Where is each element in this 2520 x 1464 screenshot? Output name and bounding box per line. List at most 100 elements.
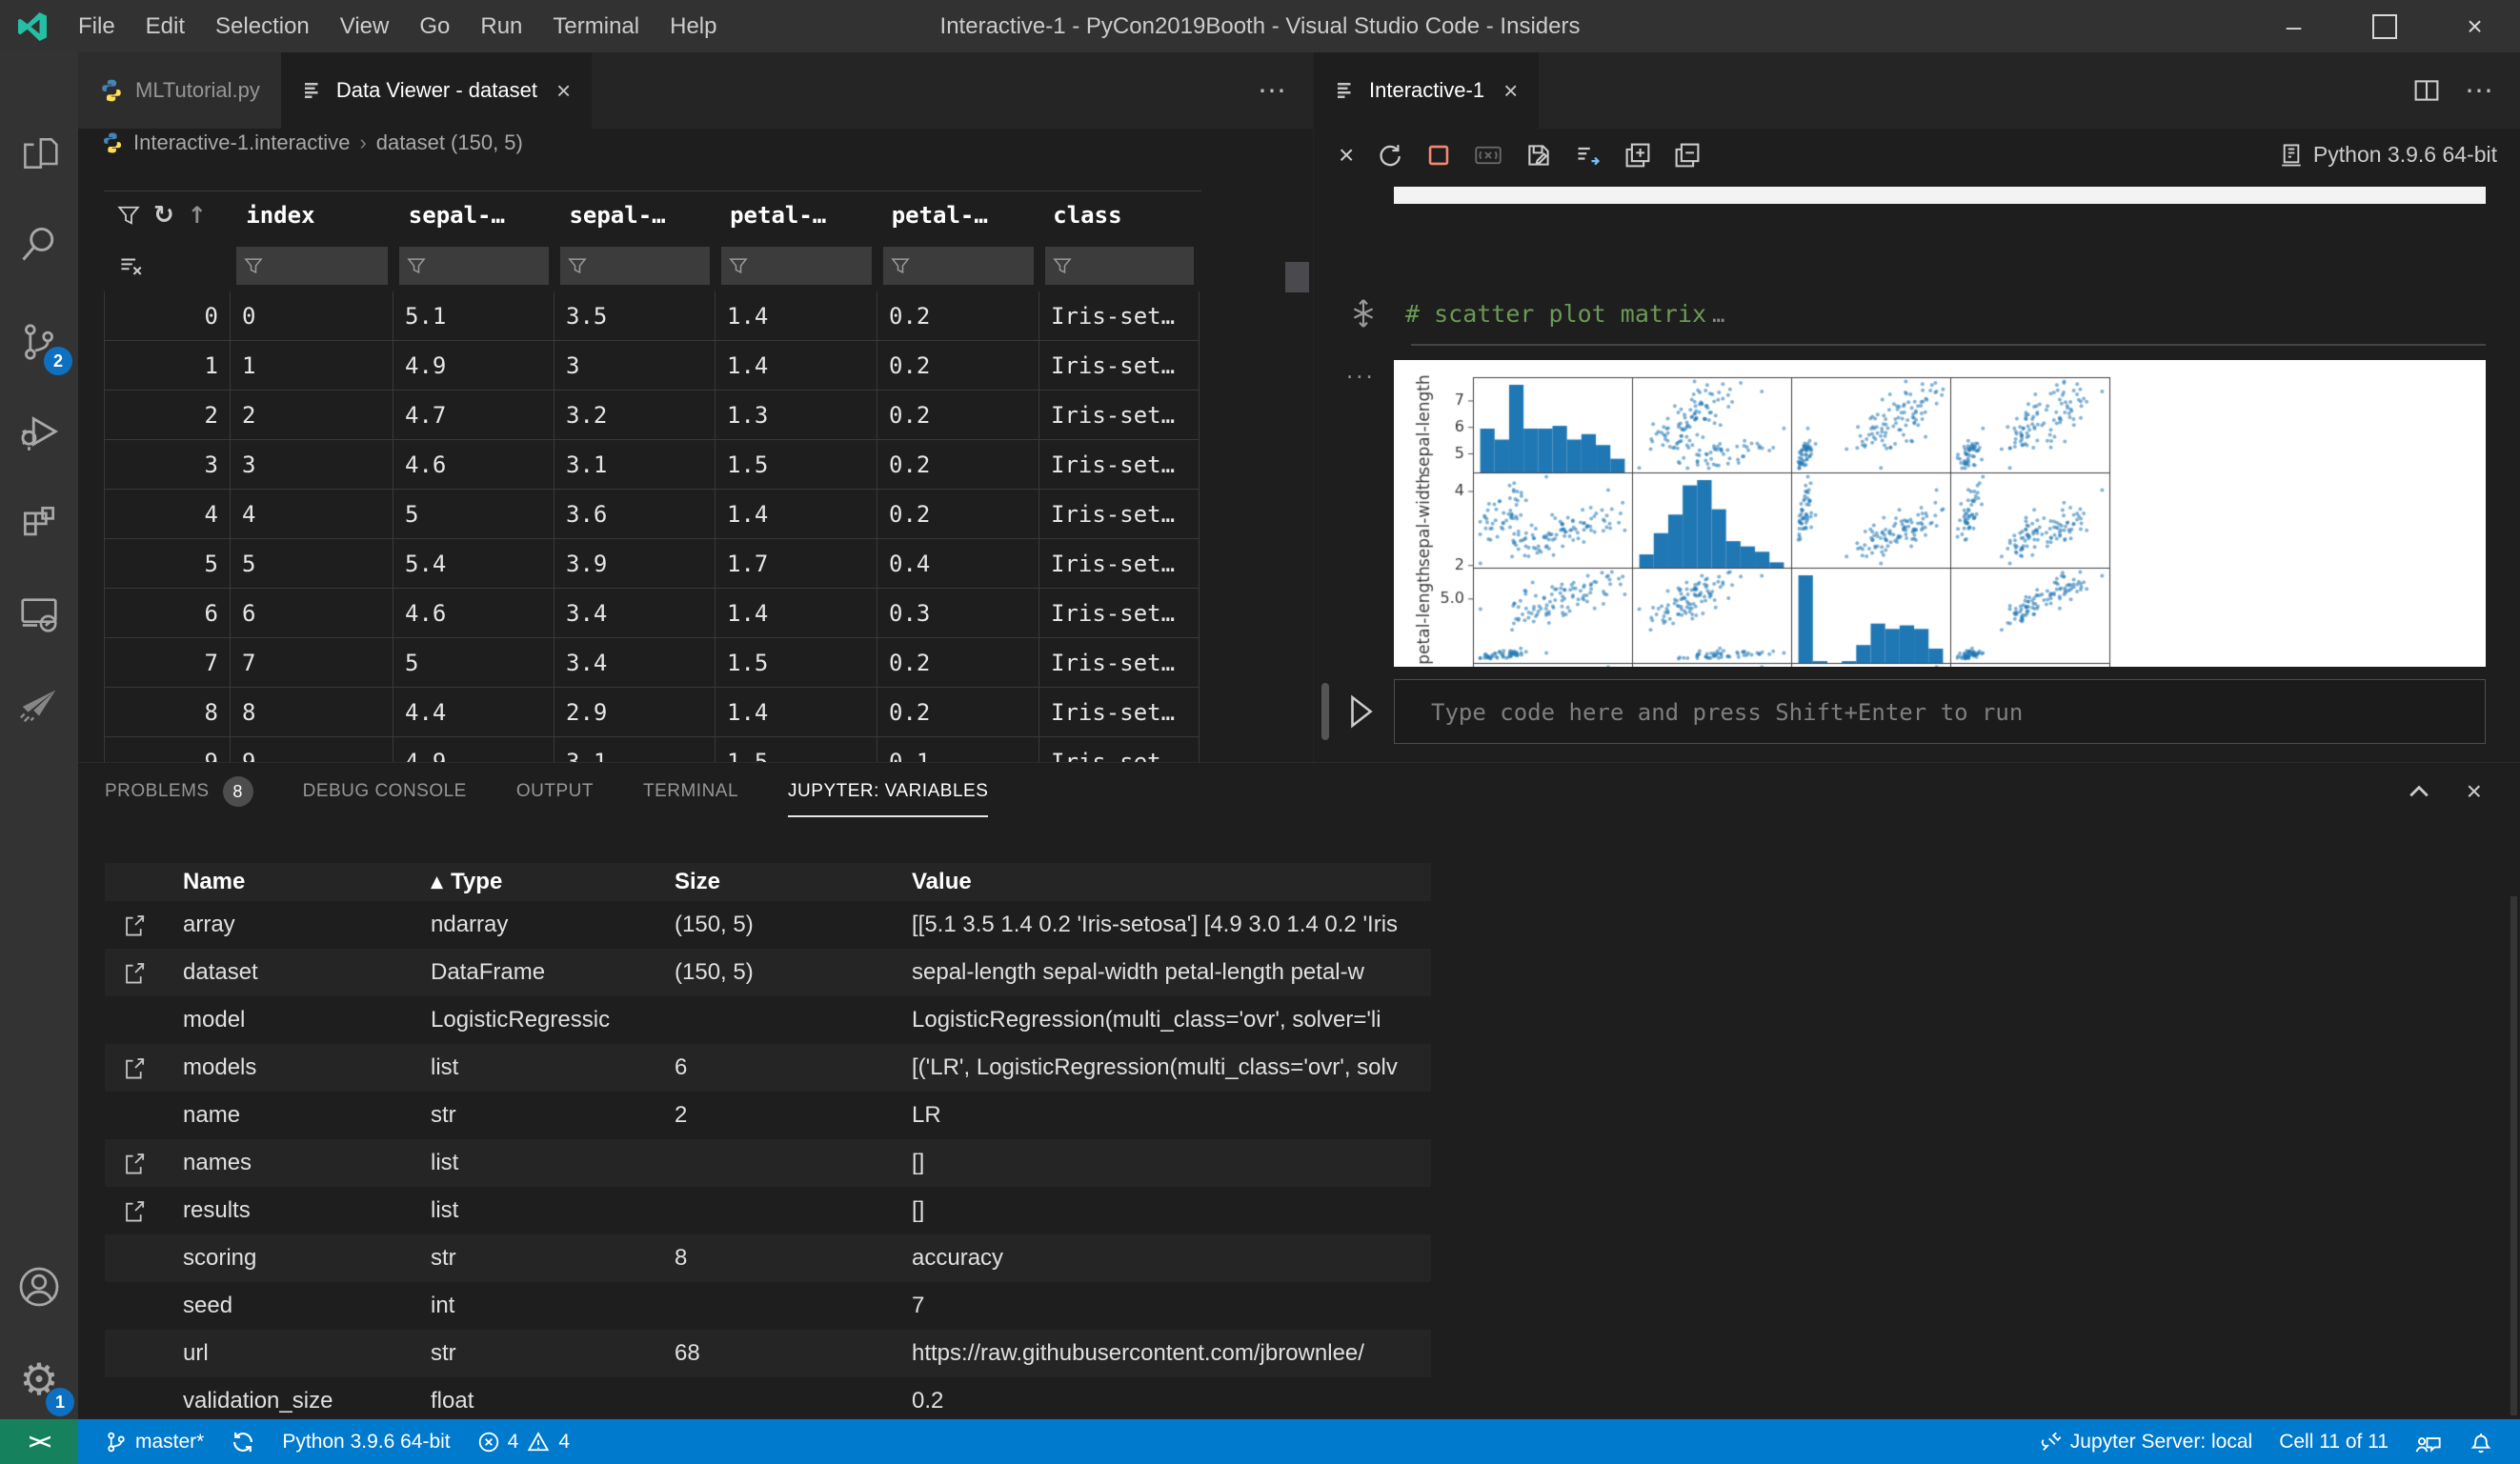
close-tab-icon[interactable]: × [556,76,571,106]
more-actions-icon[interactable]: ⋯ [2465,74,2495,108]
feedback-item[interactable] [2402,1419,2455,1464]
open-in-data-viewer-icon[interactable] [105,960,166,985]
variable-row[interactable]: scoring str 8 accuracy [105,1234,1431,1282]
output-more-icon[interactable]: ... [1346,355,1376,385]
column-header-value[interactable]: Value [897,869,1431,895]
column-header-col4[interactable]: petal-… [880,202,1042,229]
source-control-icon[interactable]: 2 [0,303,78,381]
table-row[interactable]: 5 5 5.4 3.9 1.7 0.4 Iris-set… [104,539,1201,589]
menu-item-file[interactable]: File [63,0,131,52]
column-header-col0[interactable]: index [234,202,397,229]
kernel-picker[interactable]: Python 3.9.6 64-bit [2279,142,2520,168]
panel-tab-problems[interactable]: PROBLEMS 8 [105,763,253,820]
maximize-button[interactable] [2339,0,2429,52]
menu-item-terminal[interactable]: Terminal [537,0,655,52]
git-branch-item[interactable]: master* [91,1419,217,1464]
table-row[interactable]: 6 6 4.6 3.4 1.4 0.3 Iris-set… [104,589,1201,638]
minimize-button[interactable]: – [2248,0,2339,52]
table-row[interactable]: 4 4 5 3.6 1.4 0.2 Iris-set… [104,490,1201,539]
variable-row[interactable]: name str 2 LR [105,1092,1431,1139]
python-interpreter-item[interactable]: Python 3.9.6 64-bit [269,1419,463,1464]
expand-all-icon[interactable] [1624,142,1651,169]
panel-tab-terminal[interactable]: TERMINAL [643,763,738,820]
variable-row[interactable]: array ndarray (150, 5) [[5.1 3.5 1.4 0.2 'I… [105,901,1431,949]
filter-input-2[interactable] [560,246,710,285]
column-header-name[interactable]: Name [166,869,412,895]
column-header-col3[interactable]: petal-… [718,202,880,229]
data-viewer-scrollbar[interactable] [1285,262,1309,292]
interrupt-kernel-icon[interactable] [1426,143,1451,168]
notifications-item[interactable] [2455,1419,2507,1464]
settings-gear-icon[interactable]: ⚙ 1 [0,1340,78,1418]
menu-item-run[interactable]: Run [465,0,537,52]
column-header-col2[interactable]: sepal-… [557,202,718,229]
remote-explorer-icon[interactable] [0,575,78,653]
breadcrumb-segment[interactable]: Interactive-1.interactive [133,130,350,155]
clear-filters-icon[interactable] [104,253,231,278]
menu-item-help[interactable]: Help [655,0,732,52]
variable-row[interactable]: seed int 7 [105,1282,1431,1330]
filter-input-1[interactable] [399,246,549,285]
tab-mltutorial[interactable]: MLTutorial.py [78,52,281,129]
variable-row[interactable]: models list 6 [('LR', LogisticRegression(mu… [105,1044,1431,1092]
explorer-icon[interactable] [0,114,78,192]
panel-tab-jupyter-variables[interactable]: JUPYTER: VARIABLES [788,763,989,820]
variables-icon[interactable] [1474,143,1502,168]
column-header-class[interactable]: class [1041,202,1201,229]
tab-interactive-1[interactable]: Interactive-1 × [1314,52,1540,129]
menu-item-selection[interactable]: Selection [200,0,325,52]
jupyter-server-item[interactable]: Jupyter Server: local [2026,1419,2266,1464]
variable-row[interactable]: validation_size float 0.2 [105,1377,1431,1423]
variable-row[interactable]: results list [] [105,1187,1431,1234]
table-row[interactable]: 2 2 4.7 3.2 1.3 0.2 Iris-set… [104,391,1201,440]
split-editor-icon[interactable] [2413,77,2440,104]
open-in-data-viewer-icon[interactable] [105,912,166,937]
table-row[interactable]: 0 0 5.1 3.5 1.4 0.2 Iris-set… [104,291,1201,341]
table-row[interactable]: 8 8 4.4 2.9 1.4 0.2 Iris-set… [104,688,1201,737]
maximize-panel-chevron-icon[interactable] [2406,778,2432,805]
open-in-data-viewer-icon[interactable] [105,1151,166,1175]
panel-tab-output[interactable]: OUTPUT [516,763,594,820]
restart-kernel-icon[interactable] [1377,142,1403,169]
extensions-icon[interactable] [0,483,78,561]
table-row[interactable]: 7 7 5 3.4 1.5 0.2 Iris-set… [104,638,1201,688]
run-code-icon[interactable] [1344,692,1377,731]
sort-up-icon[interactable]: ↑ [188,202,207,229]
close-panel-icon[interactable]: × [2467,776,2482,807]
table-row[interactable]: 1 1 4.9 3 1.4 0.2 Iris-set… [104,341,1201,391]
problems-item[interactable]: 4 4 [464,1419,583,1464]
close-tab-icon[interactable]: × [1503,76,1518,106]
panel-tab-debug-console[interactable]: DEBUG CONSOLE [303,763,467,820]
column-header-type[interactable]: ▲ Type [412,869,661,895]
filter-input-3[interactable] [721,246,872,285]
run-debug-icon[interactable] [0,392,78,471]
tab-data-viewer[interactable]: Data Viewer - dataset × [280,52,593,129]
filter-input-4[interactable] [883,246,1034,285]
filter-input-5[interactable] [1045,246,1194,285]
cell-indicator-item[interactable]: Cell 11 of 11 [2266,1419,2402,1464]
variable-row[interactable]: model LogisticRegressic LogisticRegression… [105,996,1431,1044]
collapse-all-icon[interactable] [1674,142,1701,169]
menu-item-go[interactable]: Go [404,0,465,52]
table-row[interactable]: 9 9 4.9 3.1 1.5 0.1 Iris-set… [104,737,1201,763]
open-in-data-viewer-icon[interactable] [105,1055,166,1080]
refresh-icon[interactable]: ↻ [153,201,174,230]
export-to-script-icon[interactable] [1575,142,1602,169]
breadcrumb-segment[interactable]: dataset (150, 5) [376,130,523,155]
folded-code-ellipsis[interactable]: … [1712,304,1724,328]
remote-indicator[interactable]: >< [0,1419,78,1464]
variable-row[interactable]: url str 68 https://raw.githubusercontent.co… [105,1330,1431,1377]
menu-item-view[interactable]: View [325,0,405,52]
save-export-notebook-icon[interactable] [1525,142,1552,169]
open-in-data-viewer-icon[interactable] [105,1198,166,1223]
column-header-size[interactable]: Size [661,869,897,895]
filter-funnel-icon[interactable] [117,204,140,227]
panel-scrollbar[interactable] [2510,896,2517,1415]
close-window-button[interactable]: × [2429,0,2520,52]
column-header-col1[interactable]: sepal-… [397,202,558,229]
cell-drag-handle-icon[interactable] [1348,297,1379,330]
custom-extension-icon[interactable] [0,666,78,744]
accounts-icon[interactable] [0,1248,78,1326]
code-input[interactable] [1395,680,2520,745]
table-row[interactable]: 3 3 4.6 3.1 1.5 0.2 Iris-set… [104,440,1201,490]
